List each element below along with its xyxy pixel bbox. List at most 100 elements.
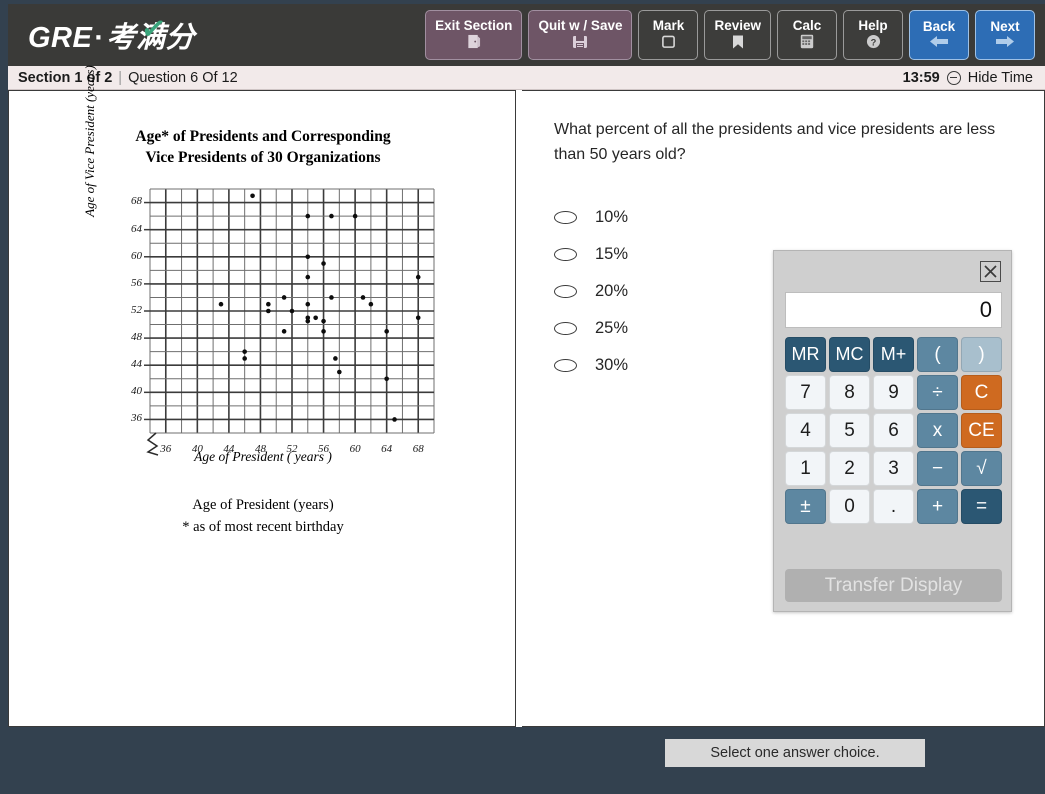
calc-key-=[interactable]: =	[961, 489, 1002, 524]
x-tick-label: 64	[381, 442, 393, 455]
answer-choice-label: 20%	[595, 282, 629, 300]
y-tick-label: 40	[131, 385, 142, 398]
radio-oval-icon[interactable]	[554, 359, 577, 372]
x-tick-label: 44	[223, 442, 235, 455]
answer-choice-4[interactable]: 25%	[554, 319, 628, 338]
data-point	[305, 213, 311, 219]
transfer-display-button[interactable]: Transfer Display	[785, 569, 1002, 602]
timer-area: 13:59 Hide Time	[903, 70, 1045, 86]
calc-key-[interactable]: ±	[785, 489, 826, 524]
chart-caption: Age of President (years) * as of most re…	[182, 495, 343, 539]
calc-key-4[interactable]: 4	[785, 413, 826, 448]
svg-text:?: ?	[870, 37, 876, 47]
calc-key-[interactable]: −	[917, 451, 958, 486]
x-tick-label: 68	[412, 442, 424, 455]
x-tick-label: 56	[318, 442, 330, 455]
question-indicator: Question 6 Of 12	[128, 69, 238, 86]
calculator-widget[interactable]: 0 MR MC M+() 7 8 9 ÷ C 4 5 6 x CE 1 2 3− √ ±0. + = Transfer…	[773, 250, 1012, 612]
answer-choice-1[interactable]: 10%	[554, 208, 628, 227]
data-point	[321, 261, 326, 266]
radio-oval-icon[interactable]	[554, 322, 577, 335]
data-point	[415, 274, 421, 280]
calc-key-5[interactable]: 5	[829, 413, 870, 448]
status-separator: |	[118, 69, 123, 86]
radio-oval-icon[interactable]	[554, 211, 577, 224]
next-button[interactable]: Next	[975, 10, 1035, 60]
data-point	[305, 254, 311, 259]
door-icon	[466, 34, 481, 51]
calc-key-M+[interactable]: M+	[873, 337, 914, 372]
top-toolbar: GRE · 考满分 ✓ Exit Section Quit w / Save M…	[8, 4, 1045, 66]
help-button[interactable]: Help ?	[843, 10, 903, 60]
review-button[interactable]: Review	[704, 10, 771, 60]
data-point	[266, 301, 271, 307]
calc-key-[interactable]: √	[961, 451, 1002, 486]
answer-choice-list: 10% 15% 20% 25% 30%	[554, 208, 628, 375]
calc-key-6[interactable]: 6	[873, 413, 914, 448]
plot-area: Age of Vice President (years) Age of Pre…	[82, 65, 438, 481]
calc-key-[interactable]: (	[917, 337, 958, 372]
calc-key-CE[interactable]: CE	[961, 413, 1002, 448]
section-indicator: Section 1 of 2	[18, 69, 113, 86]
logo-chinese-text: 考满分 ✓	[106, 11, 196, 54]
calc-key-0[interactable]: 0	[829, 489, 870, 524]
mark-button[interactable]: Mark	[638, 10, 699, 60]
caption-line-2: * as of most recent birthday	[182, 518, 344, 535]
calc-key-3[interactable]: 3	[873, 451, 914, 486]
data-point	[281, 328, 287, 334]
y-tick-label: 48	[131, 330, 142, 343]
radio-oval-icon[interactable]	[554, 285, 577, 298]
toolbar-button-group: Exit Section Quit w / Save Mark Review C…	[425, 10, 1045, 60]
x-tick-label: 48	[254, 442, 266, 455]
data-point	[368, 301, 374, 307]
calculator-keypad: MR MC M+() 7 8 9 ÷ C 4 5 6 x CE 1 2 3− √ ±0. + =	[785, 337, 1002, 524]
radio-oval-icon[interactable]	[554, 248, 577, 261]
data-point	[337, 369, 342, 375]
quit-with-save-button[interactable]: Quit w / Save	[528, 10, 633, 60]
calc-key-[interactable]: )	[961, 337, 1002, 372]
y-tick-label: 60	[131, 249, 142, 262]
calc-key-[interactable]: ÷	[917, 375, 958, 410]
exit-section-button[interactable]: Exit Section	[425, 10, 523, 60]
answer-choice-label: 10%	[595, 208, 629, 226]
x-tick-label: 40	[191, 442, 203, 455]
answer-choice-3[interactable]: 20%	[554, 282, 628, 301]
calc-key-MC[interactable]: MC	[829, 337, 870, 372]
data-point	[242, 349, 247, 354]
stimulus-pane: Age* of Presidents and Corresponding Vic…	[8, 65, 516, 727]
data-point	[352, 213, 358, 219]
back-button[interactable]: Back	[909, 10, 969, 60]
calc-key-MR[interactable]: MR	[785, 337, 826, 372]
chart-title: Age* of Presidents and Corresponding Vic…	[113, 127, 413, 169]
calc-key-9[interactable]: 9	[873, 375, 914, 410]
x-tick-label: 52	[286, 442, 298, 455]
arrow-left-icon	[928, 35, 950, 50]
x-tick-label: 36	[160, 442, 172, 455]
answer-choice-label: 30%	[595, 356, 629, 374]
calc-key-[interactable]: .	[873, 489, 914, 524]
data-point	[384, 328, 389, 334]
calc-key-2[interactable]: 2	[829, 451, 870, 486]
question-text: What percent of all the presidents and v…	[554, 121, 996, 163]
close-icon[interactable]	[980, 261, 1001, 282]
bookmark-icon	[731, 35, 745, 51]
calc-button[interactable]: Calc	[777, 10, 837, 60]
answer-choice-label: 15%	[595, 245, 629, 263]
answer-choice-5[interactable]: 30%	[554, 356, 628, 375]
calc-key-8[interactable]: 8	[829, 375, 870, 410]
answer-choice-label: 25%	[595, 319, 629, 337]
minus-circle-icon[interactable]	[946, 70, 961, 85]
calc-key-+[interactable]: +	[917, 489, 958, 524]
square-icon	[661, 35, 676, 51]
calc-key-7[interactable]: 7	[785, 375, 826, 410]
data-point	[329, 213, 334, 219]
data-point	[321, 328, 326, 334]
data-point	[384, 376, 389, 381]
calculator-display[interactable]: 0	[785, 292, 1002, 328]
calc-key-1[interactable]: 1	[785, 451, 826, 486]
x-tick-label: 60	[349, 442, 361, 455]
calc-key-x[interactable]: x	[917, 413, 958, 448]
answer-choice-2[interactable]: 15%	[554, 245, 628, 264]
calc-key-C[interactable]: C	[961, 375, 1002, 410]
hide-time-button[interactable]: Hide Time	[968, 70, 1033, 86]
